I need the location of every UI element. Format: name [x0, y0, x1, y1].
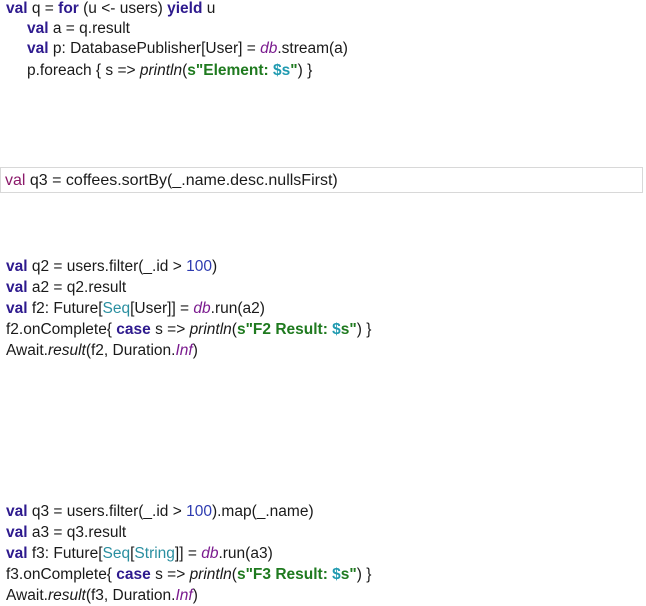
code-line: val q2 = users.filter(_.id > 100) [6, 258, 218, 275]
code-line: val a2 = q2.result [6, 279, 127, 296]
code-line: val q = for (u <- users) yield u [6, 0, 216, 17]
code-snippet-sortby: val q3 = coffees.sortBy(_.name.desc.null… [0, 167, 643, 193]
code-line: val q3 = users.filter(_.id > 100).map(_.… [6, 503, 314, 520]
code-line: val f3: Future[Seq[String]] = db.run(a3) [6, 545, 273, 562]
code-line: f3.onComplete{ case s => println(s"F3 Re… [6, 566, 372, 583]
code-line: Await.result(f3, Duration.Inf) [6, 587, 198, 604]
code-line: p.foreach { s => println(s"Element: $s")… [27, 62, 313, 79]
code-line: val f2: Future[Seq[User]] = db.run(a2) [6, 300, 265, 317]
code-line: val a = q.result [27, 20, 130, 37]
code-line: val a3 = q3.result [6, 524, 127, 541]
code-line: Await.result(f2, Duration.Inf) [6, 342, 198, 359]
code-line: val q3 = coffees.sortBy(_.name.desc.null… [5, 172, 338, 189]
code-line: val p: DatabasePublisher[User] = db.stre… [27, 40, 348, 57]
code-line: f2.onComplete{ case s => println(s"F2 Re… [6, 321, 372, 338]
